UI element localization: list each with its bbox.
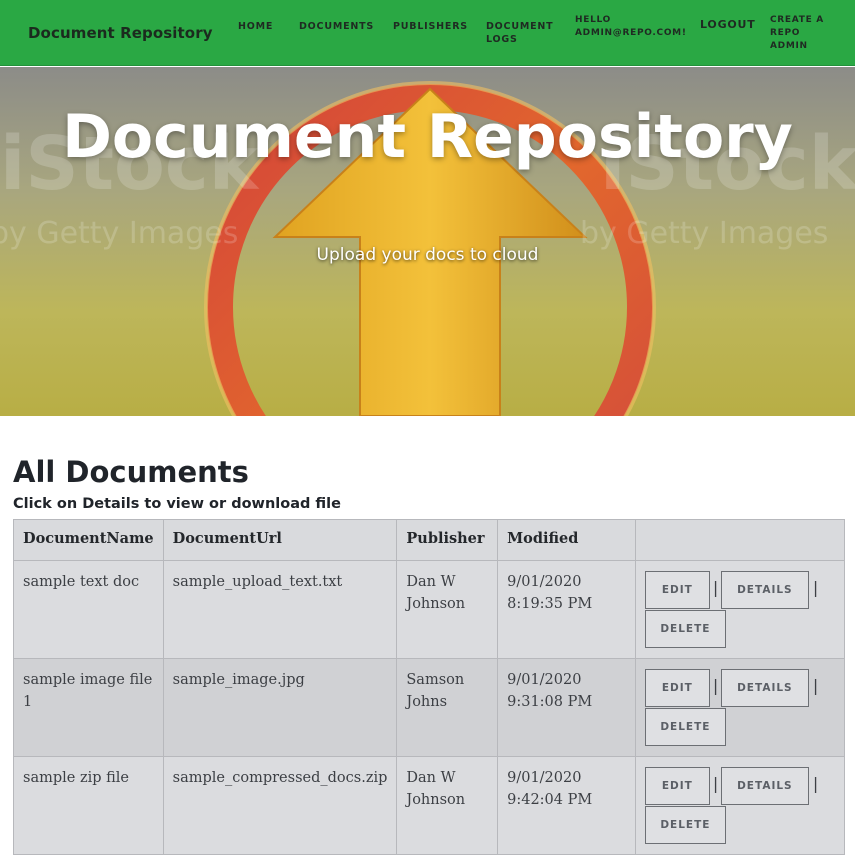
cell-publisher: Samson Johns xyxy=(396,658,499,757)
nav-logout-link[interactable]: LOGOUT xyxy=(700,18,756,31)
delete-button[interactable]: DELETE xyxy=(644,610,726,648)
nav-user-greeting-link[interactable]: HELLO ADMIN@REPO.COM! xyxy=(575,14,686,40)
nav-home-link[interactable]: HOME xyxy=(238,20,273,33)
nav-publishers-link[interactable]: PUBLISHERS xyxy=(393,20,468,33)
nav-create-admin-link[interactable]: CREATE A REPO ADMIN xyxy=(770,14,830,53)
header-modified: Modified xyxy=(497,519,636,561)
header-publisher: Publisher xyxy=(396,519,499,561)
table-header-row: DocumentName DocumentUrl Publisher Modif… xyxy=(13,519,846,561)
action-separator: | xyxy=(812,676,819,695)
table-row: sample image file 1 sample_image.jpg Sam… xyxy=(13,658,846,757)
top-navbar: Document Repository HOME DOCUMENTS PUBLI… xyxy=(0,0,855,66)
cell-actions: EDIT | DETAILS | DELETE xyxy=(634,658,846,757)
row-actions: EDIT | DETAILS | DELETE xyxy=(644,767,835,854)
table-row: sample zip file sample_compressed_docs.z… xyxy=(13,756,846,855)
header-document-name: DocumentName xyxy=(13,519,164,561)
action-separator: | xyxy=(712,578,719,597)
cell-document-url: sample_compressed_docs.zip xyxy=(162,756,398,855)
cell-document-name: sample image file 1 xyxy=(13,658,164,757)
cell-publisher: Dan W Johnson xyxy=(396,560,499,659)
nav-document-logs-link[interactable]: DOCUMENT LOGS xyxy=(486,20,556,46)
hero-subtitle: Upload your docs to cloud xyxy=(316,245,539,265)
action-separator: | xyxy=(812,774,819,793)
header-actions xyxy=(634,519,846,561)
delete-button[interactable]: DELETE xyxy=(644,708,726,746)
page-hint: Click on Details to view or download fil… xyxy=(13,496,341,512)
cell-modified: 9/01/2020 9:42:04 PM xyxy=(497,756,636,855)
details-button[interactable]: DETAILS xyxy=(720,571,809,609)
hero-title: Document Repository xyxy=(62,102,793,172)
action-separator: | xyxy=(812,578,819,597)
cell-document-name: sample zip file xyxy=(13,756,164,855)
cell-modified: 9/01/2020 8:19:35 PM xyxy=(497,560,636,659)
row-actions: EDIT | DETAILS | DELETE xyxy=(644,669,835,756)
hero-banner: iStock iStock by Getty Images by Getty I… xyxy=(0,67,855,416)
details-button[interactable]: DETAILS xyxy=(720,669,809,707)
page-title: All Documents xyxy=(13,455,249,489)
cell-document-url: sample_image.jpg xyxy=(162,658,398,757)
documents-table: DocumentName DocumentUrl Publisher Modif… xyxy=(13,519,846,855)
cell-publisher: Dan W Johnson xyxy=(396,756,499,855)
cell-actions: EDIT | DETAILS | DELETE xyxy=(634,560,846,659)
action-separator: | xyxy=(712,676,719,695)
details-button[interactable]: DETAILS xyxy=(720,767,809,805)
row-actions: EDIT | DETAILS | DELETE xyxy=(644,571,835,658)
edit-button[interactable]: EDIT xyxy=(644,767,710,805)
edit-button[interactable]: EDIT xyxy=(644,571,710,609)
cell-document-url: sample_upload_text.txt xyxy=(162,560,398,659)
nav-documents-link[interactable]: DOCUMENTS xyxy=(299,20,374,33)
edit-button[interactable]: EDIT xyxy=(644,669,710,707)
brand-link[interactable]: Document Repository xyxy=(28,24,213,42)
table-row: sample text doc sample_upload_text.txt D… xyxy=(13,560,846,659)
header-document-url: DocumentUrl xyxy=(162,519,398,561)
cell-modified: 9/01/2020 9:31:08 PM xyxy=(497,658,636,757)
action-separator: | xyxy=(712,774,719,793)
cell-actions: EDIT | DETAILS | DELETE xyxy=(634,756,846,855)
delete-button[interactable]: DELETE xyxy=(644,806,726,844)
cell-document-name: sample text doc xyxy=(13,560,164,659)
